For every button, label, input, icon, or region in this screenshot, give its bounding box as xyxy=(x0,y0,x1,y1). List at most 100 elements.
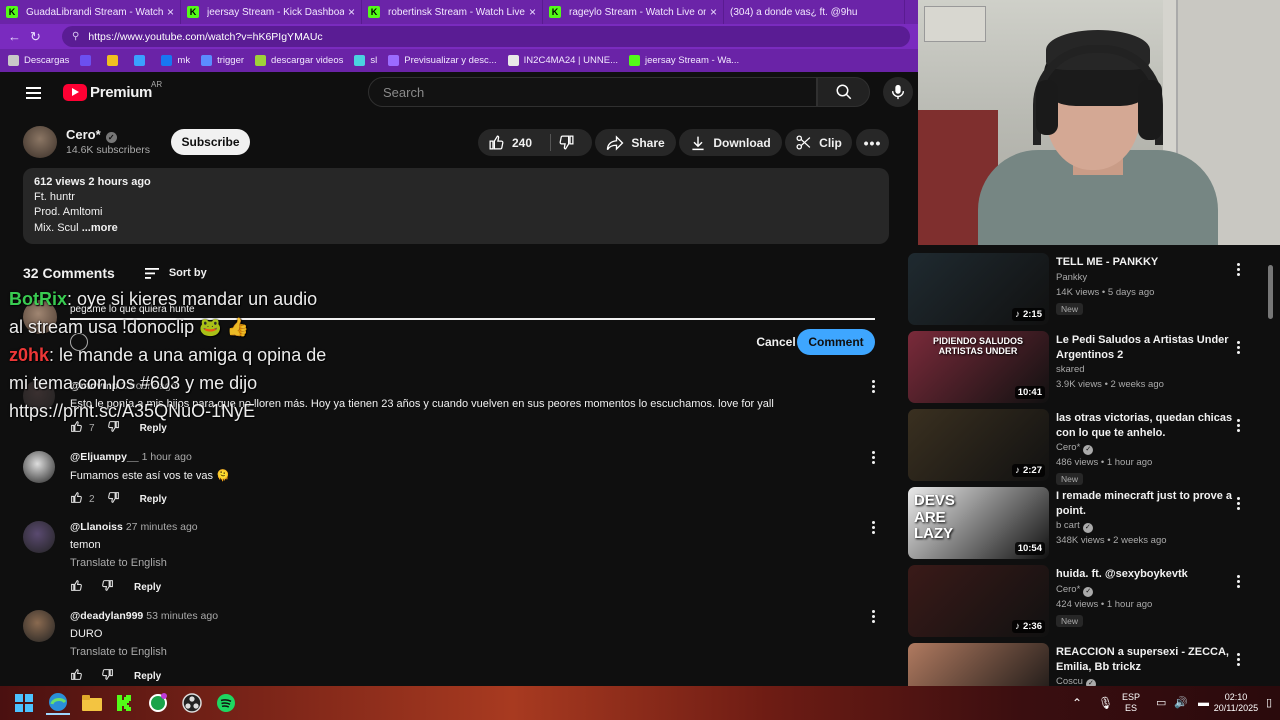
comment-dislike-icon[interactable] xyxy=(101,579,114,595)
tab-close-icon[interactable]: × xyxy=(167,5,174,19)
whatsapp-icon[interactable] xyxy=(146,691,170,715)
video-title[interactable]: REACCION a supersexi - ZECCA, Emilia, Bb… xyxy=(1056,645,1238,674)
windows-start-icon[interactable] xyxy=(12,691,36,715)
site-info-icon[interactable]: ⚲ xyxy=(72,31,79,42)
video-thumbnail[interactable]: DEVS ARE LAZY 10:54 xyxy=(908,487,1049,559)
comment-like-icon[interactable] xyxy=(70,579,83,595)
reload-icon[interactable]: ↻ xyxy=(30,29,52,45)
recommended-video[interactable]: REACCION a supersexi - ZECCA, Emilia, Bb… xyxy=(908,643,1280,686)
reply-button[interactable]: Reply xyxy=(134,671,161,682)
download-button[interactable]: Download xyxy=(679,129,782,156)
youtube-premium-logo[interactable]: Premium AR xyxy=(63,80,162,101)
video-menu-icon[interactable] xyxy=(1237,341,1243,356)
video-thumbnail[interactable] xyxy=(908,643,1049,686)
comment-time[interactable]: 2 hours ago xyxy=(121,380,176,392)
comment-time[interactable]: 53 minutes ago xyxy=(146,610,218,622)
commenter-avatar[interactable] xyxy=(23,451,55,483)
notifications-icon[interactable]: ▯ xyxy=(1266,686,1272,720)
comment-menu-icon[interactable] xyxy=(870,380,876,395)
video-title[interactable]: Le Pedi Saludos a Artistas Under Argenti… xyxy=(1056,333,1238,362)
browser-tab[interactable]: K GuadaLibrandi Stream - Watch Li × xyxy=(0,0,181,24)
address-bar[interactable]: ⚲ https://www.youtube.com/watch?v=hK6PIg… xyxy=(62,26,910,47)
video-channel[interactable]: Coscu ✓ xyxy=(1056,676,1096,686)
microphone-tray-icon[interactable]: 🎙 xyxy=(1098,686,1113,720)
back-icon[interactable]: ← xyxy=(8,29,30,44)
translate-link[interactable]: Translate to English xyxy=(70,557,167,569)
page-scrollbar[interactable] xyxy=(1268,265,1273,319)
network-icon[interactable]: ▭ xyxy=(1156,686,1166,720)
video-title[interactable]: las otras victorias, quedan chicas con l… xyxy=(1056,411,1238,440)
recommended-video[interactable]: ♪ 2:27 las otras victorias, quedan chicas … xyxy=(908,409,1280,485)
channel-avatar[interactable] xyxy=(23,126,57,158)
comment-like-icon[interactable] xyxy=(70,491,83,507)
search-box[interactable] xyxy=(368,77,817,107)
subscribe-button[interactable]: Subscribe xyxy=(171,129,250,155)
video-menu-icon[interactable] xyxy=(1237,419,1243,434)
clip-button[interactable]: Clip xyxy=(785,129,852,156)
video-menu-icon[interactable] xyxy=(1237,653,1243,668)
video-title[interactable]: TELL ME - PANKKY xyxy=(1056,255,1238,270)
comment-dislike-icon[interactable] xyxy=(107,491,120,507)
share-button[interactable]: Share xyxy=(595,129,676,156)
bookmark-item[interactable]: mk xyxy=(161,55,190,66)
comment-like-icon[interactable] xyxy=(70,668,83,684)
recommended-video[interactable]: ♪ 2:36 huida. ft. @sexyboykevtk Cero* ✓ 424 v… xyxy=(908,565,1280,637)
bookmark-item[interactable]: trigger xyxy=(201,55,244,66)
file-explorer-icon[interactable] xyxy=(80,691,104,715)
video-menu-icon[interactable] xyxy=(1237,575,1243,590)
tab-close-icon[interactable]: × xyxy=(529,5,536,19)
description-box[interactable]: 612 views 2 hours ago Ft. huntr Prod. Am… xyxy=(23,168,889,244)
sort-comments-button[interactable]: Sort by xyxy=(144,267,207,279)
voice-search-button[interactable] xyxy=(883,77,913,107)
video-thumbnail[interactable]: ♪ 2:15 xyxy=(908,253,1049,325)
video-channel[interactable]: b cart ✓ xyxy=(1056,520,1093,533)
emoji-icon[interactable] xyxy=(70,333,88,351)
recommended-video[interactable]: ♪ 2:15 TELL ME - PANKKY Pankky 14K views • 5… xyxy=(908,253,1280,325)
commenter-avatar[interactable] xyxy=(23,380,55,412)
video-thumbnail[interactable]: PIDIENDO SALUDOS ARTISTAS UNDER 10:41 xyxy=(908,331,1049,403)
video-menu-icon[interactable] xyxy=(1237,497,1243,512)
spotify-icon[interactable] xyxy=(214,691,238,715)
comment-like-icon[interactable] xyxy=(70,420,83,436)
comment-menu-icon[interactable] xyxy=(870,610,876,625)
comment-submit-button[interactable]: Comment xyxy=(797,329,875,355)
bookmark-item[interactable]: Previsualizar y desc... xyxy=(388,55,497,66)
recommended-video[interactable]: PIDIENDO SALUDOS ARTISTAS UNDER 10:41 Le P… xyxy=(908,331,1280,403)
tab-close-icon[interactable]: × xyxy=(348,5,355,19)
like-button[interactable]: 240 xyxy=(488,134,532,151)
commenter-handle[interactable]: @deadylan999 xyxy=(70,610,143,622)
video-title[interactable]: I remade minecraft just to prove a point… xyxy=(1056,489,1238,518)
comment-menu-icon[interactable] xyxy=(870,451,876,466)
menu-icon[interactable] xyxy=(26,87,41,102)
browser-tab[interactable]: Krobertinsk Stream - Watch Live o × xyxy=(362,0,543,24)
video-title[interactable]: huida. ft. @sexyboykevtk xyxy=(1056,567,1238,582)
video-thumbnail[interactable]: ♪ 2:27 xyxy=(908,409,1049,481)
commenter-handle[interactable]: @ntdvmp xyxy=(70,380,118,392)
volume-icon[interactable]: 🔊 xyxy=(1174,686,1188,720)
video-channel[interactable]: Pankky xyxy=(1056,272,1087,283)
tab-close-icon[interactable]: × xyxy=(710,5,717,19)
bookmark-item[interactable]: descargar videos xyxy=(255,55,343,66)
comment-dislike-icon[interactable] xyxy=(107,420,120,436)
video-channel[interactable]: Cero* ✓ xyxy=(1056,584,1094,597)
bookmark-item[interactable]: IN2C4MA24 | UNNE... xyxy=(507,55,618,66)
comment-dislike-icon[interactable] xyxy=(101,668,114,684)
dislike-button[interactable] xyxy=(558,134,582,154)
comment-time[interactable]: 1 hour ago xyxy=(142,451,192,463)
kick-app-icon[interactable] xyxy=(113,691,137,715)
language-indicator[interactable]: ESP ES xyxy=(1122,686,1140,720)
bookmark-item[interactable] xyxy=(107,55,123,66)
recommended-video[interactable]: DEVS ARE LAZY 10:54 I remade minecraft jus… xyxy=(908,487,1280,559)
video-channel[interactable]: skared xyxy=(1056,364,1085,375)
bookmark-item[interactable]: sl xyxy=(354,55,377,66)
channel-name[interactable]: Cero* ✓ xyxy=(66,127,117,143)
commenter-handle[interactable]: @Eljuampy__ xyxy=(70,451,139,463)
obs-icon[interactable] xyxy=(180,691,204,715)
browser-tab[interactable]: ▶(304) a donde vas¿ ft. @9hu xyxy=(5,0,905,84)
more-actions-button[interactable]: ••• xyxy=(856,129,889,156)
video-menu-icon[interactable] xyxy=(1237,263,1243,278)
bookmark-item[interactable]: jeersay Stream - Wa... xyxy=(629,55,739,66)
video-channel[interactable]: Cero* ✓ xyxy=(1056,442,1094,455)
translate-link[interactable]: Translate to English xyxy=(70,646,167,658)
reply-button[interactable]: Reply xyxy=(140,494,167,505)
